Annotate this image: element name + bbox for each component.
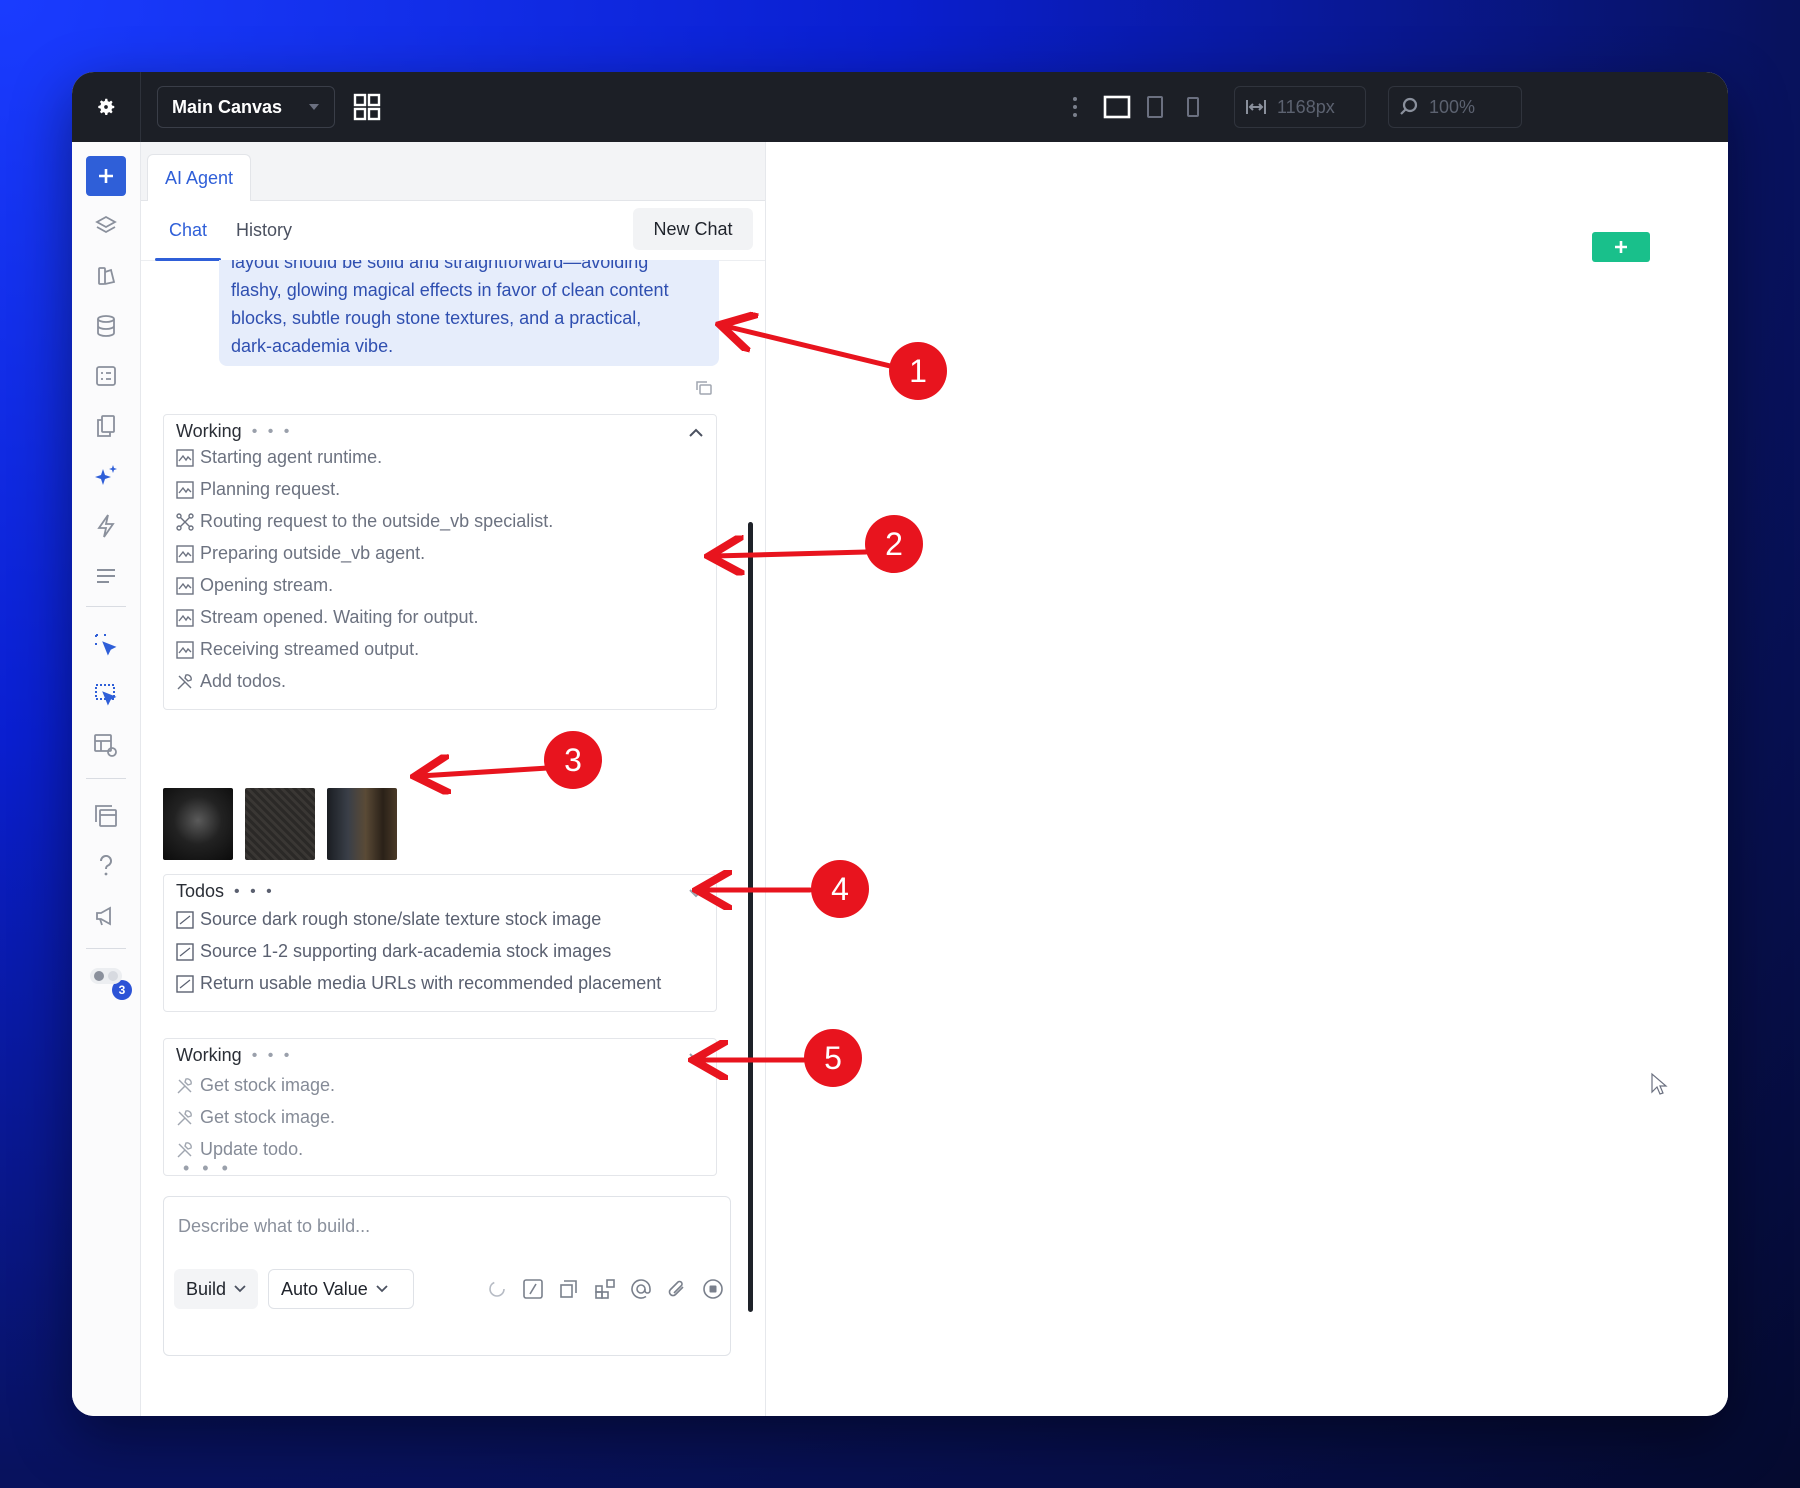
annotation-arrow: [725, 326, 893, 369]
annotation-badge: 2: [865, 515, 923, 573]
annotation-badge: 4: [811, 860, 869, 918]
annotation-arrow: [714, 552, 869, 556]
annotation-arrows: [0, 0, 893, 1488]
annotation-arrow: [420, 768, 551, 776]
annotation-badge: 3: [544, 731, 602, 789]
annotation-badge: 5: [804, 1029, 862, 1087]
annotation-badge: 1: [889, 342, 947, 400]
